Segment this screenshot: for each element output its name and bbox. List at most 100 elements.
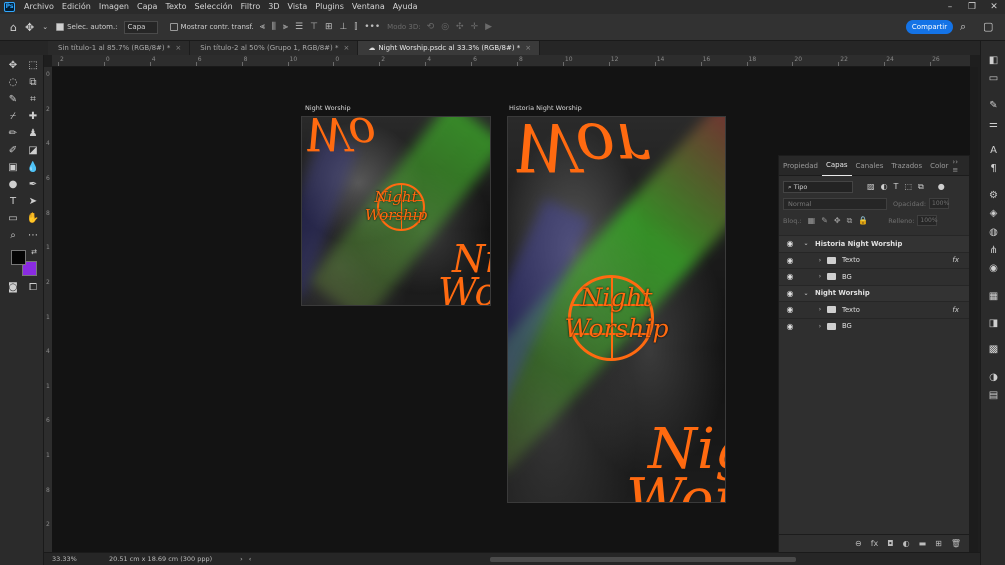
expand-caret-icon[interactable]: › xyxy=(815,306,825,313)
collapse-caret-icon[interactable]: ⌄ xyxy=(801,290,811,297)
more-tools-icon[interactable]: ⋯ xyxy=(26,229,40,243)
status-expand-icon[interactable]: › xyxy=(240,555,243,563)
align-center-icon[interactable]: ⫼ xyxy=(272,22,276,32)
lock-position-icon[interactable]: ✥ xyxy=(834,216,841,225)
layer-effects-icon[interactable]: fx xyxy=(952,306,959,314)
visibility-eye-icon[interactable]: ◉ xyxy=(783,322,797,331)
menu-filtro[interactable]: Filtro xyxy=(237,0,265,14)
visibility-eye-icon[interactable]: ◉ xyxy=(783,256,797,265)
align-right-icon[interactable]: ⫸ xyxy=(283,22,288,32)
path-select-icon[interactable]: ➤ xyxy=(26,195,40,209)
type-tool-icon[interactable]: T xyxy=(6,195,20,209)
zoom-level[interactable]: 33.33% xyxy=(52,555,104,563)
menu-seleccion[interactable]: Selección xyxy=(191,0,237,14)
tab-capas[interactable]: Capas xyxy=(821,155,852,176)
artboard-label-night-worship[interactable]: Night Worship xyxy=(305,104,351,112)
layer-row[interactable]: ◉ › BG xyxy=(779,268,969,285)
layer-effects-icon[interactable]: fx xyxy=(952,256,959,264)
healing-brush-icon[interactable]: ✚ xyxy=(26,110,40,124)
gradients-icon[interactable]: ◨ xyxy=(987,317,1000,330)
more-options-icon[interactable]: ••• xyxy=(364,22,380,32)
eyedropper-icon[interactable]: ⌿ xyxy=(6,110,20,124)
character-icon[interactable]: A xyxy=(987,144,1000,157)
lock-all-icon[interactable]: 🔒 xyxy=(858,216,868,225)
color-icon[interactable]: ◉ xyxy=(987,262,1000,275)
menu-archivo[interactable]: Archivo xyxy=(20,0,58,14)
filter-adjustment-icon[interactable]: ◐ xyxy=(881,182,888,191)
crop-tool-icon[interactable]: ⌗ xyxy=(26,93,40,107)
adjustments-sliders-icon[interactable]: ⚌ xyxy=(987,118,1000,131)
tab-color[interactable]: Color xyxy=(926,156,952,176)
swap-colors-icon[interactable]: ⇄ xyxy=(27,245,41,259)
patterns-icon[interactable]: ▩ xyxy=(987,343,1000,356)
align-bottom-icon[interactable]: ⊥ xyxy=(339,22,347,32)
search-icon[interactable]: ⌕ xyxy=(960,20,966,34)
visibility-eye-icon[interactable]: ◉ xyxy=(783,289,797,298)
menu-ayuda[interactable]: Ayuda xyxy=(389,0,422,14)
quick-mask-icon[interactable]: ◙ xyxy=(6,281,20,295)
link-layers-icon[interactable]: ⊖ xyxy=(855,539,862,548)
hand-tool-icon[interactable]: ✋ xyxy=(26,212,40,226)
move-tool-icon[interactable]: ✥ xyxy=(6,59,20,73)
menu-edicion[interactable]: Edición xyxy=(58,0,95,14)
close-icon[interactable]: ✕ xyxy=(983,2,1005,12)
paths-icon[interactable]: ⋔ xyxy=(987,244,1000,257)
gradient-tool-icon[interactable]: ▣ xyxy=(6,161,20,175)
learn-icon[interactable]: ◧ xyxy=(987,54,1000,67)
filter-toggle-icon[interactable]: ● xyxy=(938,182,945,191)
align-middle-icon[interactable]: ⊞ xyxy=(325,22,333,32)
tab-document-3[interactable]: ☁ Night Worship.psdc al 33.3% (RGB/8#) * × xyxy=(358,41,541,55)
foreground-color-swatch[interactable] xyxy=(11,250,26,265)
share-button[interactable]: Compartir xyxy=(906,20,953,34)
brush-tool-icon[interactable]: ✏ xyxy=(6,127,20,141)
pen-tool-icon[interactable]: ✒ xyxy=(26,178,40,192)
add-style-icon[interactable]: fx xyxy=(871,539,879,548)
menu-texto[interactable]: Texto xyxy=(161,0,190,14)
visibility-eye-icon[interactable]: ◉ xyxy=(783,305,797,314)
filter-smart-object-icon[interactable]: ⧉ xyxy=(918,182,924,192)
vertical-scrollbar[interactable] xyxy=(970,67,978,552)
artboard-tool-icon[interactable]: ⬚ xyxy=(26,59,40,73)
auto-select-checkbox[interactable] xyxy=(56,23,65,31)
eraser-icon[interactable]: ◪ xyxy=(26,144,40,158)
menu-3d[interactable]: 3D xyxy=(264,0,283,14)
move-tool-icon[interactable]: ✥ xyxy=(25,21,34,34)
comments-icon[interactable]: ▭ xyxy=(987,72,1000,85)
home-icon[interactable]: ⌂ xyxy=(10,21,17,34)
history-brush-icon[interactable]: ✐ xyxy=(6,144,20,158)
brushes-icon[interactable]: ✎ xyxy=(987,99,1000,112)
object-select-icon[interactable]: ⧉ xyxy=(26,76,40,90)
auto-select-dropdown[interactable]: Capa xyxy=(123,20,158,34)
tab-trazados[interactable]: Trazados xyxy=(887,156,926,176)
horizontal-scrollbar[interactable] xyxy=(490,557,796,562)
lasso-tool-icon[interactable]: ◌ xyxy=(6,76,20,90)
menu-capa[interactable]: Capa xyxy=(133,0,161,14)
visibility-eye-icon[interactable]: ◉ xyxy=(783,239,797,248)
menu-plugins[interactable]: Plugins xyxy=(311,0,348,14)
workspace-icon[interactable]: ▢ xyxy=(983,20,993,33)
channels-icon[interactable]: ◍ xyxy=(987,226,1000,239)
collapse-caret-icon[interactable]: ⌄ xyxy=(801,240,811,247)
libraries-icon[interactable]: ▤ xyxy=(987,389,1000,402)
tab-document-1[interactable]: Sin título-1 al 85.7% (RGB/8#) * × xyxy=(48,41,191,55)
filter-type-dropdown[interactable]: ⌕ Tipo xyxy=(783,180,853,193)
clone-stamp-icon[interactable]: ♟ xyxy=(26,127,40,141)
expand-caret-icon[interactable]: › xyxy=(815,273,825,280)
new-layer-icon[interactable]: ⊞ xyxy=(935,539,942,548)
layer-row[interactable]: ◉ › Texto fx xyxy=(779,301,969,318)
quick-select-icon[interactable]: ✎ xyxy=(6,93,20,107)
distribute-vertical-icon[interactable]: ⫿ xyxy=(354,22,357,32)
align-top-icon[interactable]: ⊤ xyxy=(310,22,318,32)
layer-row[interactable]: ◉ › BG xyxy=(779,317,969,335)
restore-icon[interactable]: ❐ xyxy=(961,2,983,12)
close-tab-icon[interactable]: × xyxy=(175,44,181,52)
swatches-icon[interactable]: ▦ xyxy=(987,290,1000,303)
scroll-left-icon[interactable]: ‹ xyxy=(249,555,252,563)
blur-tool-icon[interactable]: 💧 xyxy=(26,161,40,175)
filter-type-icon[interactable]: T xyxy=(894,182,899,191)
layer-row[interactable]: ◉ ⌄ Historia Night Worship xyxy=(779,235,969,252)
properties-icon[interactable]: ⚙ xyxy=(987,189,1000,202)
panel-menu-icon[interactable]: ›› ≡ xyxy=(952,158,969,174)
paragraph-icon[interactable]: ¶ xyxy=(987,162,1000,175)
visibility-eye-icon[interactable]: ◉ xyxy=(783,272,797,281)
